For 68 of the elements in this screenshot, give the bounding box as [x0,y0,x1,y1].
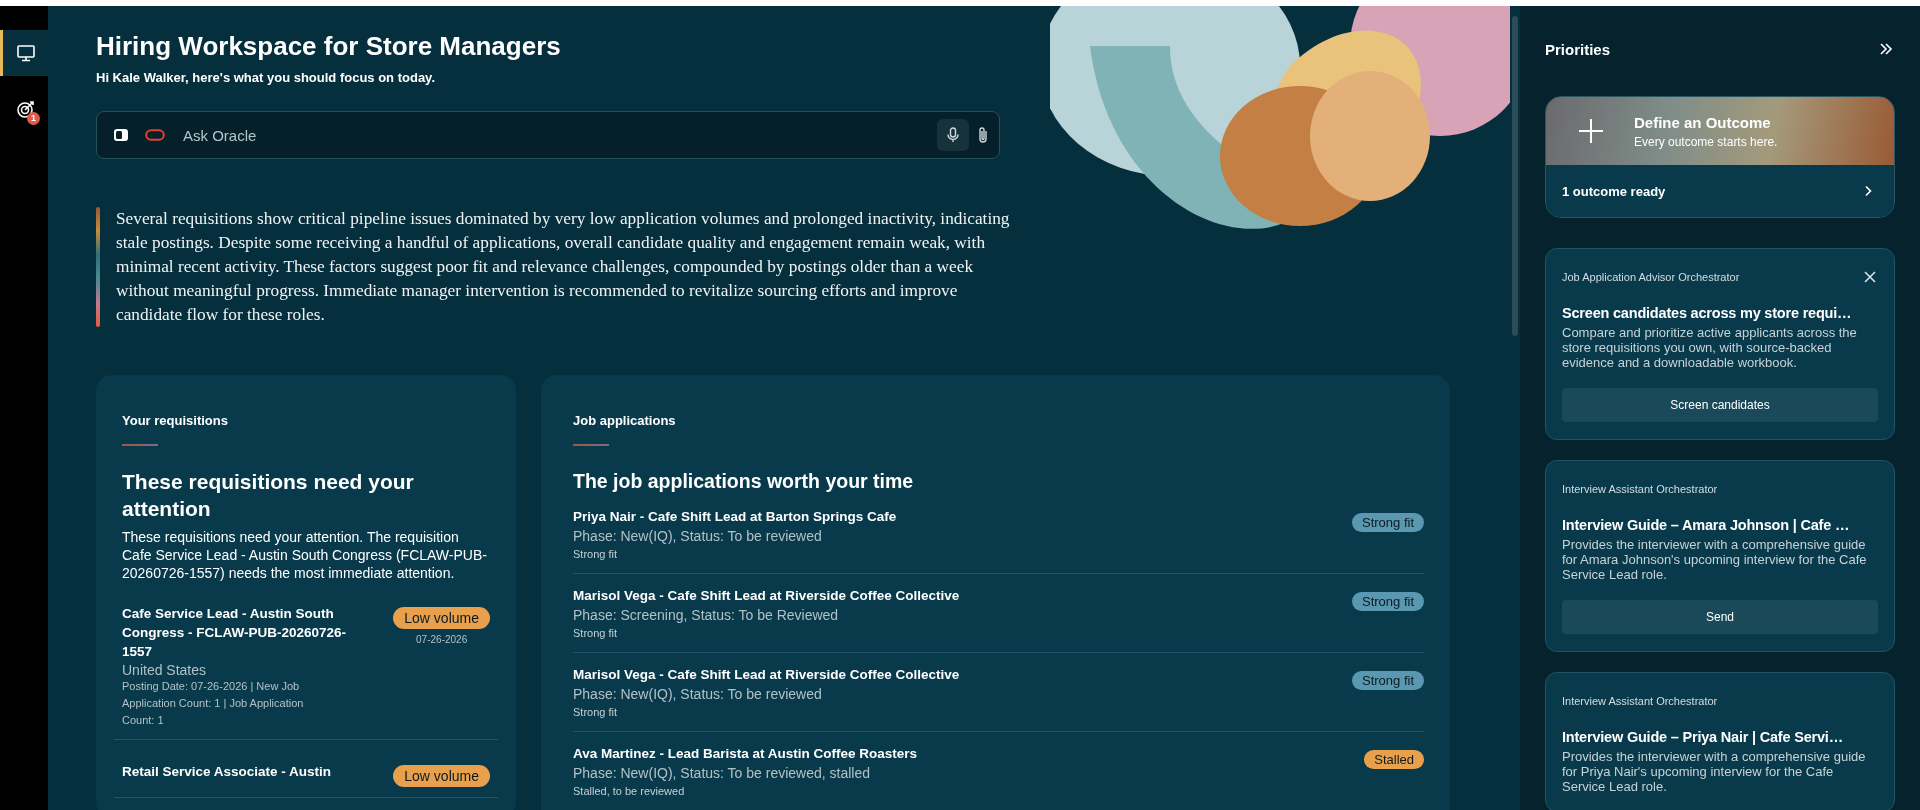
close-icon [1864,271,1876,283]
phase-status-text: Phase: New(IQ), Status: To be reviewed [573,685,823,704]
card-heading: These requisitions need your attention [122,469,415,522]
status-tag: Strong fit [1351,671,1424,690]
action-button[interactable]: Screen candidates [1562,388,1878,422]
target-icon [15,99,36,119]
close-button[interactable] [1862,269,1878,285]
outcomes-ready-link[interactable]: 1 outcome ready [1546,165,1894,217]
status-tag: Strong fit [1351,513,1424,532]
oracle-logo-icon [145,129,165,141]
summary-paragraph: Several requisitions show critical pipeline issues dominated by very low application volumes and prolonged inactivity, indicating stale postings. Despite some receiving a handful of applications, overall candidate quality and engagement remain weak, with minimal recent activity. These factors suggest poor fit and relevance challenges, compounded by postings older than a week without meaningful progress. Immediate manager intervention is recommended to revitalize sourcing efforts and improve candidate flow for these roles. [116,208,1011,326]
requisition-title[interactable]: Retail Service Associate - Austin [122,762,357,781]
fit-note: Strong fit [573,705,619,720]
nav-tab[interactable]: 1 [0,86,48,132]
ready-count-text: 1 outcome ready [1562,183,1666,199]
scrollbar-thumb[interactable] [1512,16,1518,336]
outcome-subtitle: Every outcome starts here. [1634,134,1778,149]
page-title: Hiring Workspace for Store Managers [96,30,562,62]
fit-note: Strong fit [573,626,619,641]
panel-title: Priorities [1545,40,1611,58]
attach-button[interactable] [977,126,989,144]
application-title[interactable]: Priya Nair - Cafe Shift Lead at Barton Springs Cafe [573,507,897,527]
ask-input-field[interactable]: Ask Oracle [181,125,921,145]
phase-status-text: Phase: New(IQ), Status: To be reviewed [573,527,823,546]
microphone-icon [946,127,960,143]
task-description: Compare and prioritize active applicants across the store requisitions you own, with source-backed evidence and a downloadable workbook. [1562,325,1858,370]
fit-note: Stalled, to be reviewed [573,784,686,799]
plus-icon [1578,118,1604,144]
source-label: Interview Assistant Orchestrator [1562,695,1718,707]
greeting-text: Hi Kale Walker, here's what you should focus on today. [96,70,436,85]
status-tag: Low volume [393,765,490,787]
double-chevron-icon [1879,42,1893,56]
date-text: 07-26-2026 [416,634,468,645]
card-heading: The job applications worth your time [573,469,915,494]
ask-field[interactable]: Ask Oracle [96,111,1000,159]
task-title: Screen candidates across my store requi… [1562,305,1853,321]
count-badge: 1 [27,112,40,125]
task-description: Provides the interviewer with a comprehensive guide for Amara Johnson's upcoming interview for the Cafe Service Lead role. [1562,537,1868,582]
status-tag: Low volume [393,607,490,629]
fit-note: Strong fit [573,547,619,562]
action-button[interactable]: Send [1562,600,1878,634]
panel-toggle-icon [113,127,129,143]
task-title: Interview Guide – Priya Nair | Cafe Servi… [1562,729,1844,745]
source-label: Job Application Advisor Orchestrator [1562,271,1740,283]
nav-tab[interactable] [0,30,48,76]
application-title[interactable]: Ava Martinez - Lead Barista at Austin Coffee Roasters [573,744,918,764]
chevron-right-icon [1864,185,1872,197]
phase-status-text: Phase: Screening, Status: To be Reviewed [573,606,840,625]
source-label: Interview Assistant Orchestrator [1562,483,1718,495]
outcome-title: Define an Outcome [1634,113,1772,131]
microphone-button[interactable] [937,119,969,151]
status-tag: Stalled [1364,750,1424,769]
section-label: Your requisitions [122,413,229,428]
accent-line [573,444,609,446]
phase-status-text: Phase: New(IQ), Status: To be reviewed, stalled [573,764,871,783]
monitor-icon [15,43,36,63]
paperclip-icon [977,126,989,144]
location-text: United States [122,662,208,678]
requisition-title[interactable]: Cafe Service Lead - Austin South Congress - FCLAW-PUB-20260726-1557 [122,604,357,661]
application-title[interactable]: Marisol Vega - Cafe Shift Lead at Riverside Coffee Collective [573,586,960,606]
section-label: Job applications [573,413,677,428]
application-title[interactable]: Marisol Vega - Cafe Shift Lead at Riverside Coffee Collective [573,665,960,685]
card-description: These requisitions need your attention. The requisition Cafe Service Lead - Austin South Congress (FCLAW-PUB-20260726-1557) needs the most immediate attention. [122,528,488,582]
requisition-details: Posting Date: 07-26-2026 | New Job Application Count: 1 | Job Application Count: 1 [122,679,305,728]
task-description: Provides the interviewer with a comprehensive guide for Priya Nair's upcoming interview for the Cafe Service Lead role. [1562,749,1867,794]
status-tag: Strong fit [1351,592,1424,611]
task-title: Interview Guide – Amara Johnson | Cafe … [1562,517,1851,533]
accent-line [122,444,158,446]
